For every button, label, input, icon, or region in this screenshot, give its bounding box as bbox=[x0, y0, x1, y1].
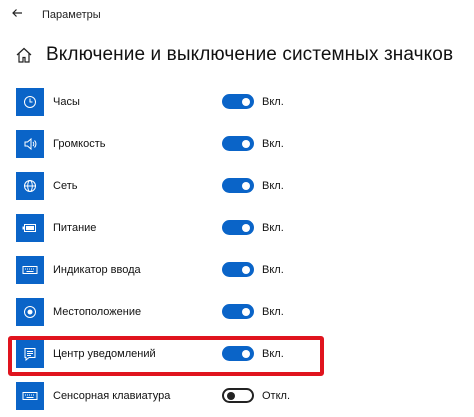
toggle-knob bbox=[242, 307, 250, 316]
toggle-state: Вкл. bbox=[262, 306, 284, 318]
toggle-state: Вкл. bbox=[262, 264, 284, 276]
toggle-knob bbox=[242, 97, 250, 106]
highlight-frame bbox=[8, 336, 324, 376]
toggle-network[interactable] bbox=[222, 178, 254, 193]
app-title: Параметры bbox=[42, 9, 101, 21]
row-location: Местоположение Вкл. bbox=[0, 298, 474, 340]
toggle-clock[interactable] bbox=[222, 94, 254, 109]
touch-keyboard-icon bbox=[16, 382, 44, 410]
toggle-knob bbox=[242, 223, 250, 232]
toggle-power[interactable] bbox=[222, 220, 254, 235]
toggle-state: Откл. bbox=[262, 390, 291, 402]
toggle-knob bbox=[242, 181, 250, 190]
row-label: Питание bbox=[53, 222, 97, 234]
toggle-input-indicator[interactable] bbox=[222, 262, 254, 277]
back-arrow-icon bbox=[12, 9, 22, 17]
row-label: Местоположение bbox=[53, 306, 142, 318]
battery-icon bbox=[16, 214, 44, 242]
row-network: Сеть Вкл. bbox=[0, 172, 474, 214]
toggle-state: Вкл. bbox=[262, 222, 284, 234]
title-bar: Параметры bbox=[0, 0, 474, 30]
row-label: Сеть bbox=[53, 180, 78, 192]
page-title: Включение и выключение системных значков bbox=[46, 44, 454, 65]
row-input-indicator: Индикатор ввода Вкл. bbox=[0, 256, 474, 298]
row-clock: Часы Вкл. bbox=[0, 88, 474, 130]
clock-icon bbox=[16, 88, 44, 116]
row-label: Громкость bbox=[53, 138, 106, 150]
location-icon bbox=[16, 298, 44, 326]
home-icon[interactable] bbox=[14, 45, 34, 65]
row-touch-keyboard: Сенсорная клавиатура Откл. bbox=[0, 382, 474, 417]
row-label: Часы bbox=[53, 96, 80, 108]
toggle-state: Вкл. bbox=[262, 180, 284, 192]
toggle-knob bbox=[242, 139, 250, 148]
toggle-knob bbox=[242, 265, 250, 274]
toggle-touch-keyboard[interactable] bbox=[222, 388, 254, 403]
toggle-location[interactable] bbox=[222, 304, 254, 319]
row-power: Питание Вкл. bbox=[0, 214, 474, 256]
toggle-volume[interactable] bbox=[222, 136, 254, 151]
toggle-state: Вкл. bbox=[262, 138, 284, 150]
keyboard-icon bbox=[16, 256, 44, 284]
back-button[interactable] bbox=[8, 4, 26, 22]
row-label: Сенсорная клавиатура bbox=[53, 390, 171, 402]
network-icon bbox=[16, 172, 44, 200]
toggle-knob bbox=[227, 391, 235, 400]
row-label: Индикатор ввода bbox=[53, 264, 141, 276]
page-header: Включение и выключение системных значков bbox=[14, 40, 453, 70]
row-volume: Громкость Вкл. bbox=[0, 130, 474, 172]
volume-icon bbox=[16, 130, 44, 158]
toggle-state: Вкл. bbox=[262, 96, 284, 108]
